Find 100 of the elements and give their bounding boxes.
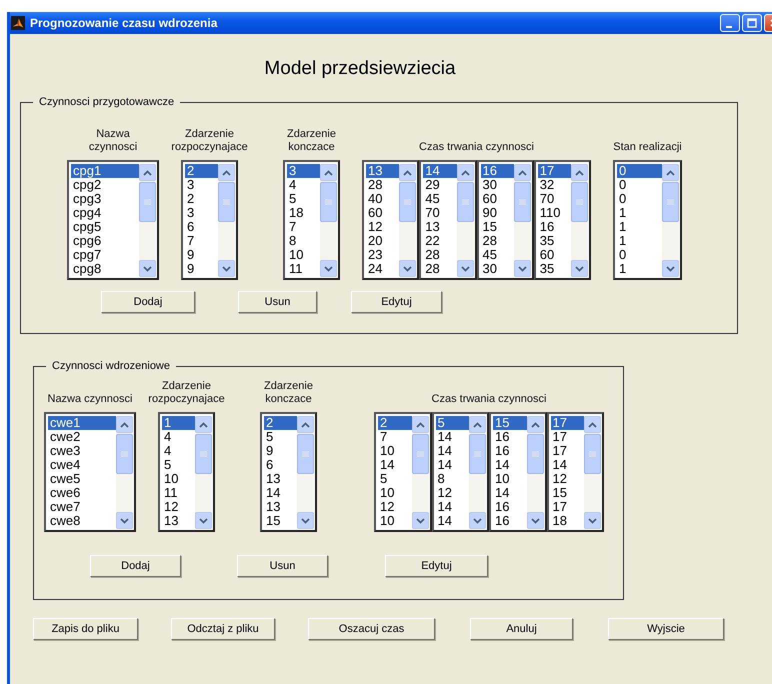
list-item[interactable]: 8	[287, 234, 320, 248]
action-button[interactable]: Odcztaj z pliku	[171, 618, 275, 640]
list-item[interactable]: 14	[264, 486, 297, 500]
scroll-thumb[interactable]	[526, 434, 544, 474]
list-item[interactable]: 10	[162, 472, 195, 486]
list-item[interactable]: 35	[538, 234, 571, 248]
list-box[interactable]: 16 30 60 90 15 28 45 30	[476, 160, 534, 280]
list-item[interactable]: 5	[378, 472, 412, 486]
panel-button[interactable]: Dodaj	[101, 291, 195, 313]
scroll-down-button[interactable]	[456, 260, 474, 277]
list-item[interactable]: 3	[185, 178, 218, 192]
list-item[interactable]: cpg2	[71, 178, 139, 192]
list-item[interactable]: 6	[185, 220, 218, 234]
panel-button[interactable]: Usun	[238, 291, 317, 313]
scroll-thumb[interactable]	[456, 182, 474, 222]
scroll-thumb[interactable]	[320, 182, 337, 222]
list-item[interactable]: 8	[436, 472, 469, 486]
action-button[interactable]: Anuluj	[470, 618, 573, 640]
list-item[interactable]: 16	[493, 444, 526, 458]
list-item[interactable]: cwe8	[48, 514, 116, 528]
list-item[interactable]: cwe4	[48, 458, 116, 472]
action-button[interactable]: Wyjscie	[608, 618, 724, 640]
list-item[interactable]: 28	[480, 234, 514, 248]
list-item[interactable]: 6	[264, 458, 297, 472]
list-item[interactable]: 17	[550, 430, 584, 444]
list-item[interactable]: 60	[366, 206, 400, 220]
scroll-down-button[interactable]	[412, 512, 428, 529]
list-item[interactable]: 15	[264, 514, 297, 528]
scroll-up-button[interactable]	[456, 164, 474, 181]
list-item[interactable]: cwe6	[48, 486, 116, 500]
scroll-thumb[interactable]	[584, 434, 601, 474]
list-box[interactable]: 2 5 9 6 13 14 13 15	[260, 412, 317, 532]
list-item[interactable]: cpg7	[71, 248, 139, 262]
list-box[interactable]: 1 4 4 5 10 11 12 13	[158, 412, 215, 532]
list-item[interactable]: 9	[264, 444, 297, 458]
panel-button[interactable]: Edytuj	[351, 291, 442, 313]
scroll-down-button[interactable]	[297, 512, 314, 529]
list-item[interactable]: 14	[378, 458, 412, 472]
list-item[interactable]: 5	[264, 430, 297, 444]
list-item[interactable]: 14	[436, 444, 469, 458]
list-item[interactable]: 10	[378, 486, 412, 500]
scroll-thumb[interactable]	[297, 434, 314, 474]
list-item[interactable]: 70	[538, 192, 571, 206]
list-box[interactable]: 3 4 5 18 7 8 10 11	[283, 160, 340, 280]
list-item[interactable]: 2	[185, 164, 218, 178]
scroll-thumb[interactable]	[139, 182, 156, 222]
list-item[interactable]: 1	[617, 220, 662, 234]
list-item[interactable]: 70	[423, 206, 456, 220]
list-box[interactable]: 5 14 14 14 8 12 14 14	[432, 412, 489, 532]
list-item[interactable]: 17	[550, 416, 584, 430]
list-item[interactable]: 13	[366, 164, 400, 178]
list-item[interactable]: 0	[617, 164, 662, 178]
scroll-up-button[interactable]	[584, 416, 601, 433]
list-item[interactable]: cpg6	[71, 234, 139, 248]
scroll-down-button[interactable]	[469, 512, 486, 529]
list-item[interactable]: cwe3	[48, 444, 116, 458]
list-item[interactable]: 16	[480, 164, 514, 178]
list-box[interactable]: 2 3 2 3 6 7 9 9	[181, 160, 238, 280]
list-box[interactable]: 0 0 0 1 1 1 0 1	[613, 160, 682, 280]
scroll-down-button[interactable]	[218, 260, 235, 277]
list-item[interactable]: 4	[162, 430, 195, 444]
scroll-thumb[interactable]	[195, 434, 212, 474]
list-item[interactable]: 32	[538, 178, 571, 192]
list-item[interactable]: 5	[287, 192, 320, 206]
list-item[interactable]: 12	[366, 220, 400, 234]
list-item[interactable]: 5	[162, 458, 195, 472]
panel-button[interactable]: Dodaj	[90, 555, 181, 577]
list-item[interactable]: cwe5	[48, 472, 116, 486]
list-item[interactable]: 1	[617, 206, 662, 220]
list-item[interactable]: 28	[423, 262, 456, 276]
scroll-thumb[interactable]	[412, 434, 428, 474]
list-item[interactable]: 18	[287, 206, 320, 220]
scroll-down-button[interactable]	[116, 512, 133, 529]
list-item[interactable]: 11	[162, 486, 195, 500]
list-item[interactable]: 10	[378, 514, 412, 528]
list-item[interactable]: 22	[423, 234, 456, 248]
list-item[interactable]: 7	[287, 220, 320, 234]
list-item[interactable]: 11	[287, 262, 320, 276]
list-item[interactable]: 45	[480, 248, 514, 262]
list-item[interactable]: 16	[493, 514, 526, 528]
list-item[interactable]: 14	[436, 514, 469, 528]
list-item[interactable]: 2	[378, 416, 412, 430]
list-item[interactable]: 23	[366, 248, 400, 262]
scroll-thumb[interactable]	[218, 182, 235, 222]
list-item[interactable]: 12	[436, 486, 469, 500]
scroll-up-button[interactable]	[571, 164, 588, 181]
scroll-up-button[interactable]	[195, 416, 212, 433]
panel-button[interactable]: Usun	[237, 555, 328, 577]
list-item[interactable]: 3	[287, 164, 320, 178]
list-item[interactable]: 9	[185, 248, 218, 262]
list-item[interactable]: 4	[162, 444, 195, 458]
list-item[interactable]: 0	[617, 178, 662, 192]
scroll-down-button[interactable]	[514, 260, 531, 277]
list-item[interactable]: 110	[538, 206, 571, 220]
list-item[interactable]: 4	[287, 178, 320, 192]
list-item[interactable]: 1	[162, 416, 195, 430]
list-item[interactable]: 14	[550, 458, 584, 472]
scroll-down-button[interactable]	[139, 260, 156, 277]
scroll-up-button[interactable]	[469, 416, 486, 433]
scroll-up-button[interactable]	[662, 164, 679, 181]
